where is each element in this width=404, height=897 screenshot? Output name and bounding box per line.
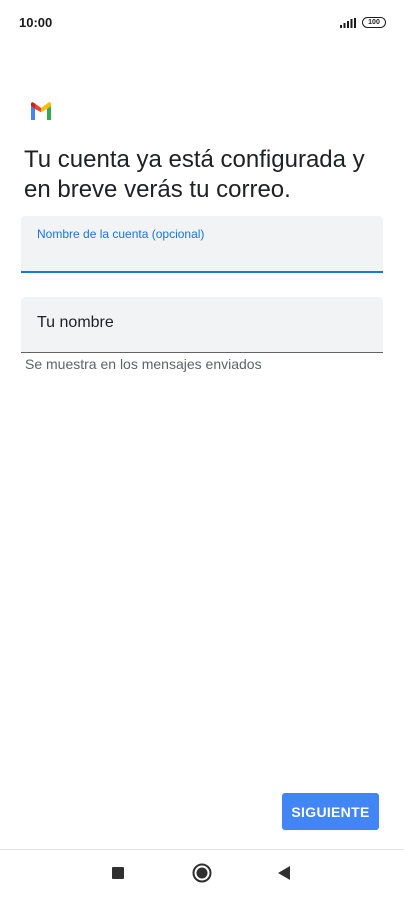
next-button[interactable]: SIGUIENTE <box>282 793 379 830</box>
gmail-logo-icon <box>31 102 51 120</box>
page-title: Tu cuenta ya está configurada y en breve… <box>24 146 365 203</box>
recent-apps-square-icon[interactable] <box>112 867 124 879</box>
account-name-input[interactable] <box>37 246 367 264</box>
your-name-input[interactable] <box>37 314 367 332</box>
battery-level: 100 <box>368 19 380 26</box>
back-triangle-icon[interactable] <box>277 865 291 881</box>
account-name-label: Nombre de la cuenta (opcional) <box>37 227 205 241</box>
account-name-field[interactable]: Nombre de la cuenta (opcional) <box>21 216 383 273</box>
home-circle-icon[interactable] <box>192 863 212 883</box>
status-bar: 10:00 100 <box>0 0 404 46</box>
navigation-bar <box>0 850 404 897</box>
status-time: 10:00 <box>19 15 53 30</box>
your-name-field[interactable] <box>21 297 383 353</box>
your-name-helper-text: Se muestra en los mensajes enviados <box>25 356 262 372</box>
battery-icon: 100 <box>362 17 386 28</box>
signal-icon <box>340 18 356 28</box>
setup-screen: 10:00 100 Tu cuenta ya está configurada … <box>0 0 404 897</box>
